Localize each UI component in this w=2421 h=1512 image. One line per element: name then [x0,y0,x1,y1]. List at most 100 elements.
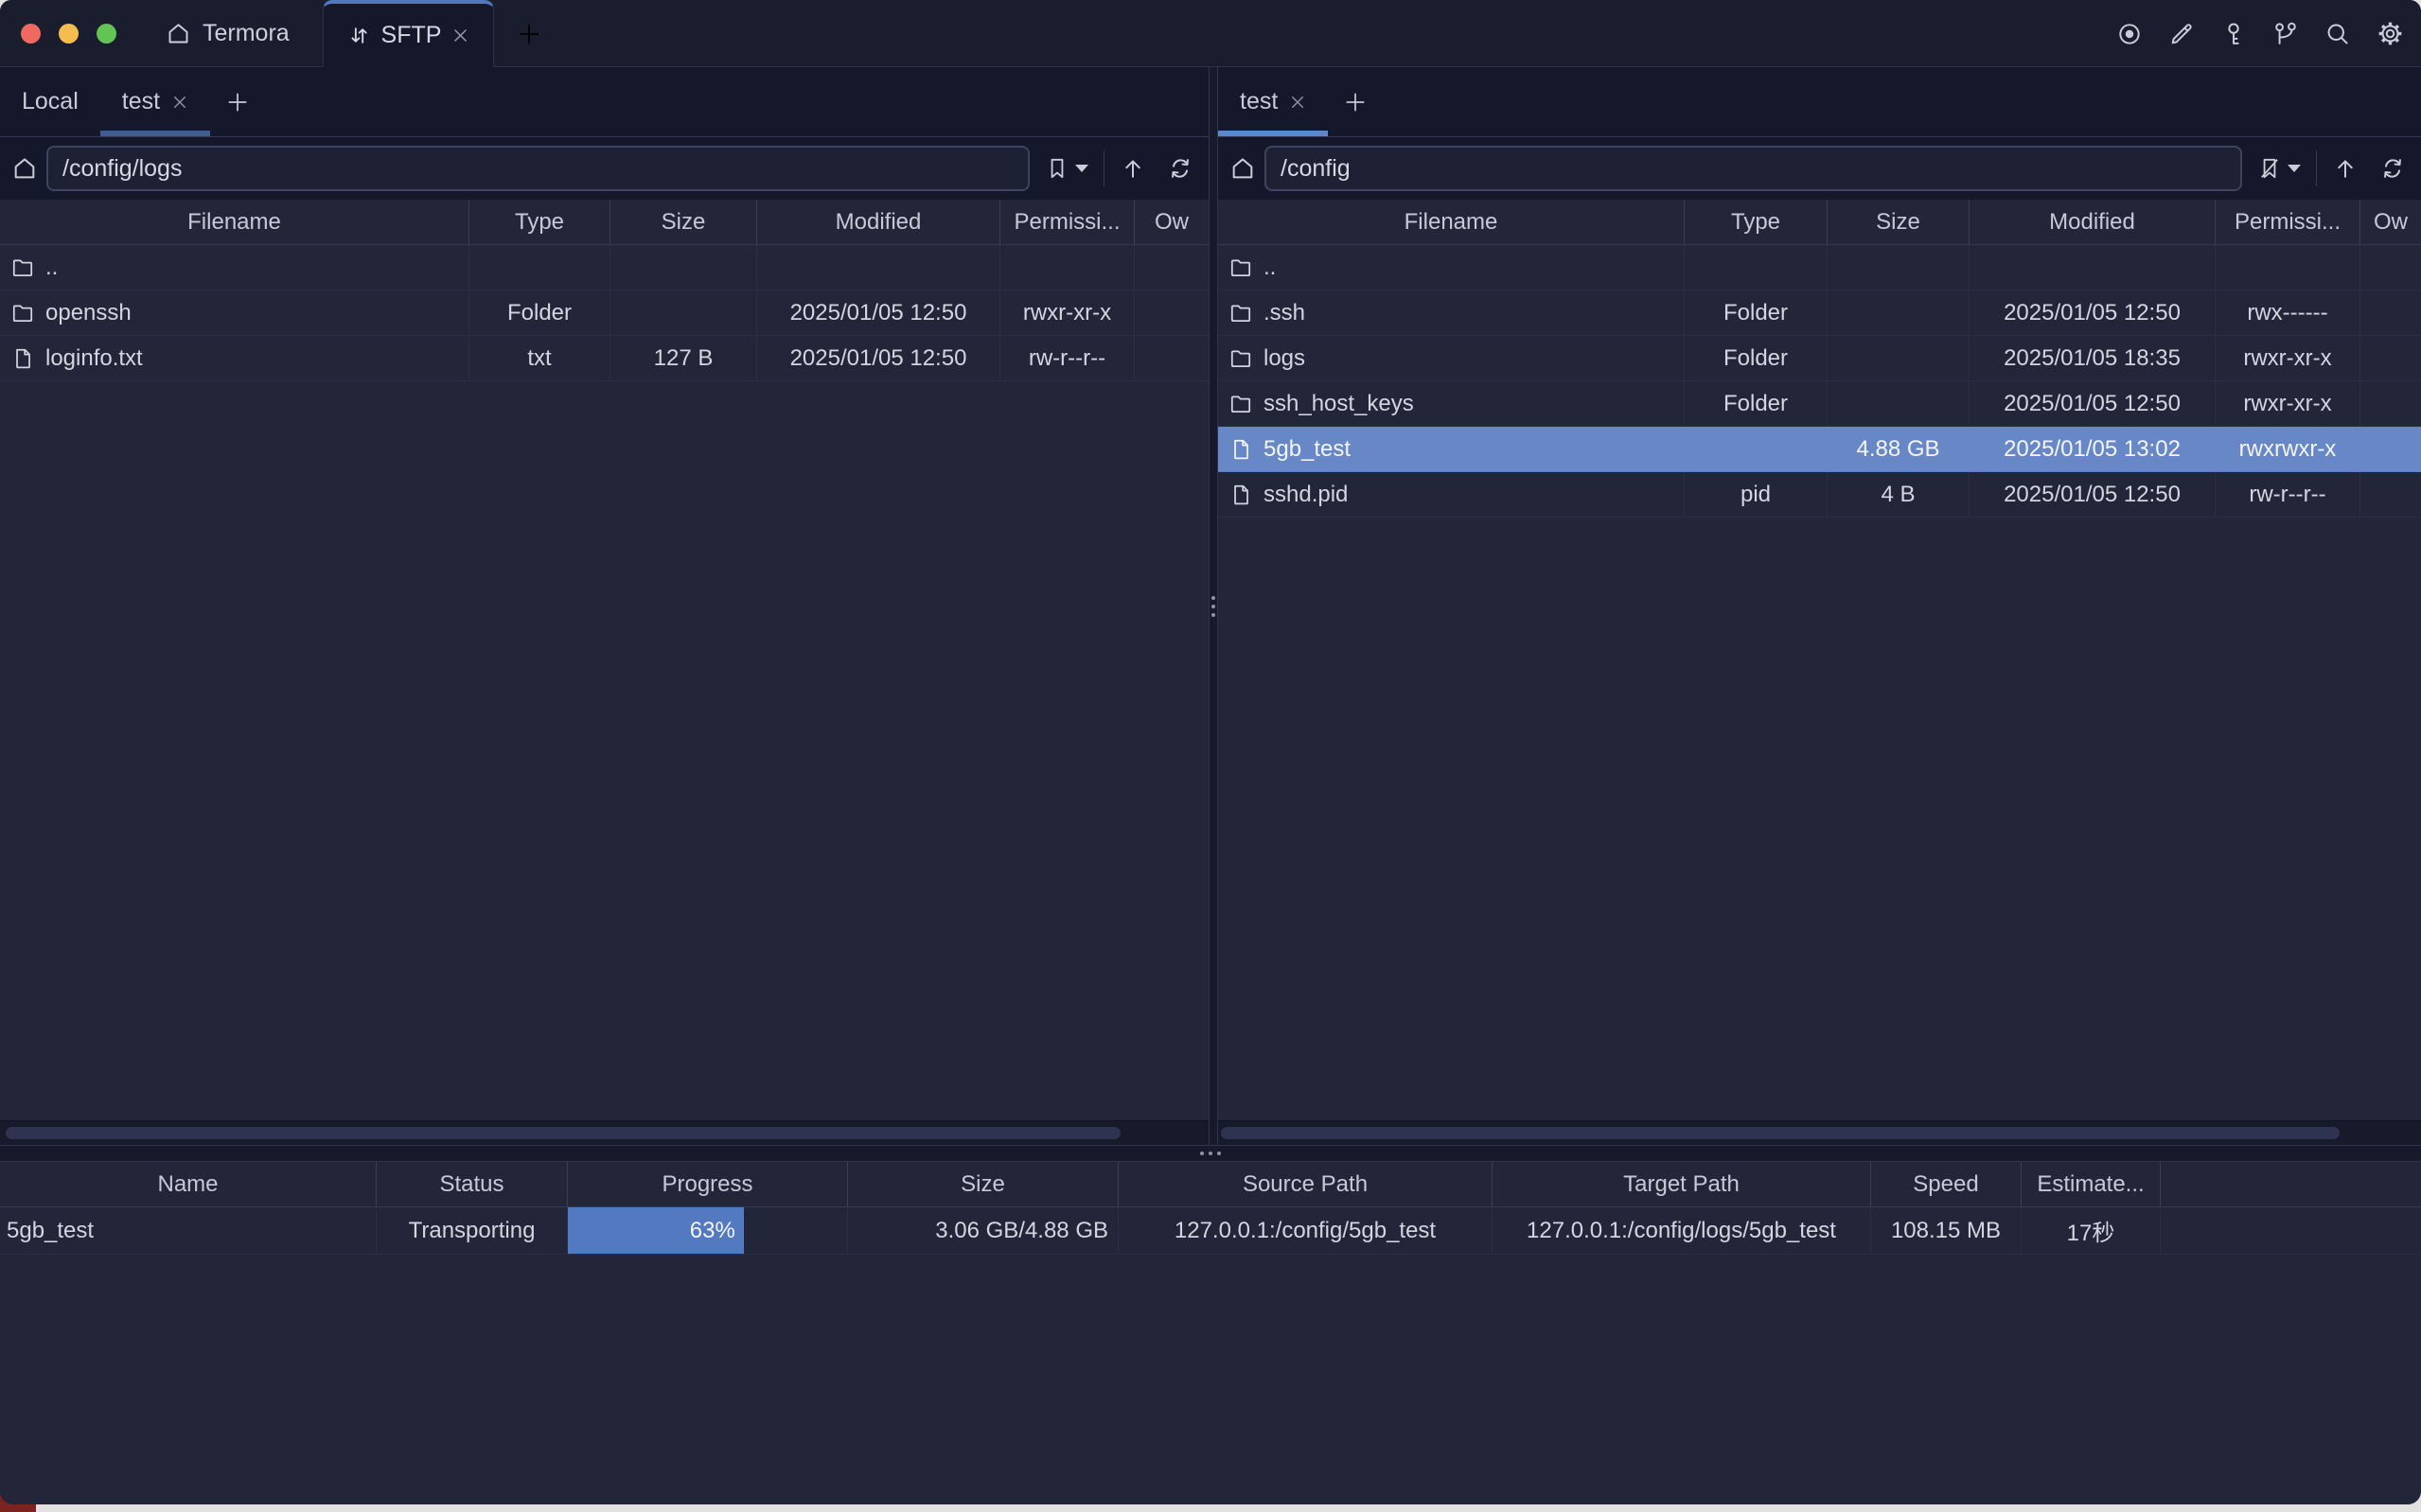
table-row[interactable]: 5gb_test 4.88 GB 2025/01/05 13:02 rwxrwx… [1218,427,2421,472]
column-header-progress[interactable]: Progress [568,1162,848,1206]
left-path-actions [1045,150,1193,186]
tab-sftp[interactable]: SFTP [323,0,494,67]
edit-icon[interactable] [2168,21,2195,47]
column-header-estimate[interactable]: Estimate... [2022,1162,2161,1206]
left-path-input[interactable] [46,146,1030,191]
file-permissions: rwxr-xr-x [2216,381,2360,426]
file-permissions: rw-r--r-- [1000,336,1135,380]
column-header-size[interactable]: Size [610,200,757,244]
close-tab-icon[interactable] [171,94,188,111]
table-row[interactable]: loginfo.txt txt 127 B 2025/01/05 12:50 r… [0,336,1209,381]
file-modified: 2025/01/05 12:50 [757,336,1000,380]
table-row[interactable]: .. [0,245,1209,290]
left-pane: Local test [0,67,1209,1145]
tab-local[interactable]: Local [0,67,100,136]
file-owner [2360,290,2421,335]
left-table-empty-area [0,381,1209,1120]
table-row[interactable]: openssh Folder 2025/01/05 12:50 rwxr-xr-… [0,290,1209,336]
file-type-icon [1228,255,1253,280]
file-type-icon [1228,483,1253,507]
tab-test-right[interactable]: test [1218,67,1328,136]
table-row[interactable]: .ssh Folder 2025/01/05 12:50 rwx------ [1218,290,2421,336]
column-header-modified[interactable]: Modified [757,200,1000,244]
file-type [1685,245,1828,290]
transfer-row[interactable]: 5gb_test Transporting 63% 3.06 GB/4.88 G… [0,1207,2421,1255]
horizontal-splitter[interactable] [0,1145,2421,1162]
bookmark-dropdown-icon[interactable] [1075,165,1088,172]
column-header-type[interactable]: Type [469,200,610,244]
column-header-filename[interactable]: Filename [0,200,469,244]
progress-fill: 63% [568,1207,744,1254]
close-window-button[interactable] [21,24,41,44]
bookmark-dropdown-icon[interactable] [2288,165,2301,172]
key-icon[interactable] [2220,21,2247,47]
column-header-filename[interactable]: Filename [1218,200,1685,244]
settings-icon[interactable] [2377,20,2404,47]
column-header-source-path[interactable]: Source Path [1119,1162,1493,1206]
file-type: Folder [1685,336,1828,380]
left-file-table: Filename Type Size Modified Permissi... … [0,200,1209,1120]
column-header-permissions[interactable]: Permissi... [2216,200,2360,244]
add-pane-tab-button[interactable] [1328,67,1383,136]
titlebar-actions [2116,0,2404,67]
column-header-size[interactable]: Size [848,1162,1119,1206]
table-row[interactable]: .. [1218,245,2421,290]
file-type-icon [1228,437,1253,462]
file-size: 4.88 GB [1828,427,1970,471]
bookmark-slash-icon[interactable] [2257,156,2282,181]
close-tab-icon[interactable] [1289,94,1306,111]
add-pane-tab-button[interactable] [210,67,265,136]
refresh-icon[interactable] [2379,155,2406,182]
file-modified: 2025/01/05 13:02 [1970,427,2216,471]
column-header-status[interactable]: Status [377,1162,568,1206]
table-row[interactable]: sshd.pid pid 4 B 2025/01/05 12:50 rw-r--… [1218,472,2421,518]
record-icon[interactable] [2116,21,2143,47]
home-icon[interactable] [11,155,38,182]
horizontal-scrollbar[interactable] [1221,1127,2340,1139]
up-directory-icon[interactable] [2332,155,2359,182]
right-scrollbar-track [1218,1120,2421,1145]
app-home-tab[interactable]: Termora [166,0,290,66]
close-tab-icon[interactable] [451,26,469,44]
column-header-owner[interactable]: Ow [1135,200,1209,244]
column-header-modified[interactable]: Modified [1970,200,2216,244]
transfers-empty-area [0,1255,2421,1504]
file-size: 4 B [1828,472,1970,517]
file-modified: 2025/01/05 12:50 [1970,290,2216,335]
file-owner [2360,472,2421,517]
vertical-splitter[interactable] [1209,67,1218,1145]
filename: logs [1264,345,1305,372]
file-type: Folder [1685,381,1828,426]
right-path-input[interactable] [1264,146,2242,191]
search-icon[interactable] [2324,21,2351,47]
column-header-size[interactable]: Size [1828,200,1970,244]
file-type-icon [1228,392,1253,416]
source-control-icon[interactable] [2272,21,2299,47]
column-header-type[interactable]: Type [1685,200,1828,244]
file-permissions: rwxrwxr-x [2216,427,2360,471]
minimize-window-button[interactable] [59,24,79,44]
tab-test-left[interactable]: test [100,67,210,136]
column-header-owner[interactable]: Ow [2360,200,2421,244]
transfer-source-path: 127.0.0.1:/config/5gb_test [1119,1207,1493,1254]
horizontal-scrollbar[interactable] [6,1127,1121,1139]
file-type: Folder [1685,290,1828,335]
table-row[interactable]: ssh_host_keys Folder 2025/01/05 12:50 rw… [1218,381,2421,427]
file-size: 127 B [610,336,757,380]
column-header-permissions[interactable]: Permissi... [1000,200,1135,244]
home-icon[interactable] [1229,155,1256,182]
bookmark-icon[interactable] [1045,156,1069,181]
file-modified: 2025/01/05 12:50 [1970,472,2216,517]
new-tab-button[interactable] [516,0,542,67]
file-modified [757,245,1000,290]
up-directory-icon[interactable] [1120,155,1146,182]
table-row[interactable]: logs Folder 2025/01/05 18:35 rwxr-xr-x [1218,336,2421,381]
column-header-target-path[interactable]: Target Path [1493,1162,1871,1206]
refresh-icon[interactable] [1167,155,1193,182]
file-type: pid [1685,472,1828,517]
zoom-window-button[interactable] [97,24,116,44]
file-type-icon [1228,346,1253,371]
column-header-speed[interactable]: Speed [1871,1162,2022,1206]
column-header-name[interactable]: Name [0,1162,377,1206]
left-pane-tabs: Local test [0,67,1209,137]
